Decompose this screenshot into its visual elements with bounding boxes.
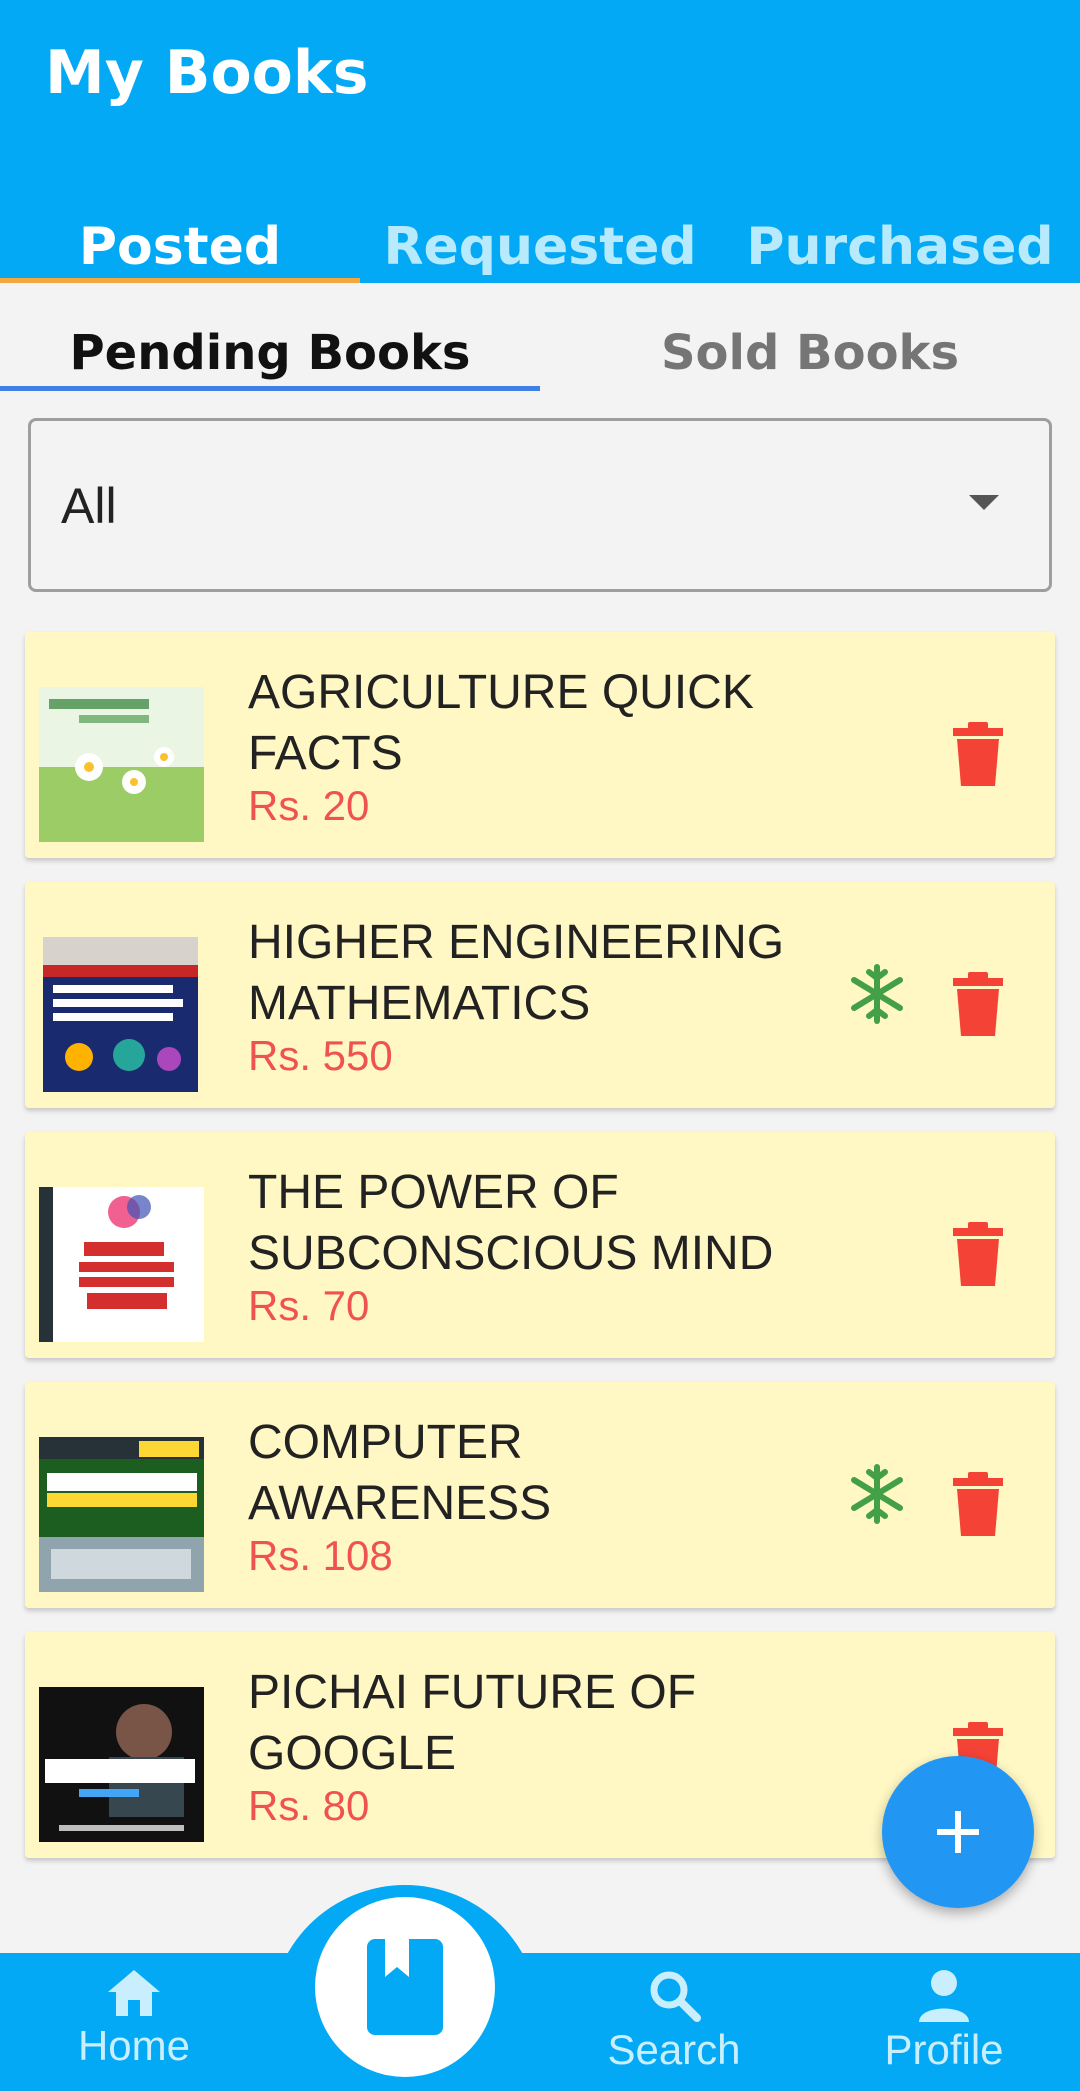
snowflake-icon[interactable] [847,1464,907,1524]
search-icon [650,1971,701,2022]
book-card[interactable]: COMPUTER AWARENESS Rs. 108 [25,1382,1055,1608]
nav-search-label: Search [607,2026,741,2073]
book-price: Rs. 108 [248,1532,393,1579]
book-cover-image [39,1187,204,1342]
book-list: AGRICULTURE QUICK FACTS Rs. 20 HIGHER EN… [25,632,1055,1882]
nav-home-label: Home [77,2022,191,2069]
book-title: AGRICULTURE QUICK FACTS [248,666,754,780]
home-icon [108,1970,160,2016]
add-book-button[interactable] [882,1756,1034,1908]
tab-sold-books[interactable]: Sold Books [540,283,1080,391]
delete-icon[interactable] [953,972,1003,1036]
sub-tabs: Pending Books Sold Books [0,283,1080,391]
book-cover-image [39,687,204,842]
book-card[interactable]: THE POWER OF SUBCONSCIOUS MIND Rs. 70 [25,1132,1055,1358]
main-tabs: Posted Requested Purchased [0,205,1080,283]
book-icon [367,1939,443,2035]
book-price: Rs. 550 [248,1032,393,1079]
nav-profile[interactable]: Profile [844,1968,1044,2074]
tab-requested[interactable]: Requested [360,205,720,283]
book-title: THE POWER OF SUBCONSCIOUS MIND [248,1166,774,1280]
caret-down-icon [969,495,999,510]
tab-pending-books[interactable]: Pending Books [0,283,540,391]
tab-purchased[interactable]: Purchased [720,205,1080,283]
filter-dropdown[interactable]: All [28,418,1052,592]
filter-selected-value: All [61,478,117,534]
book-card[interactable]: AGRICULTURE QUICK FACTS Rs. 20 [25,632,1055,858]
app-bar: My Books Posted Requested Purchased [0,0,1080,283]
book-cover-image [39,1687,204,1842]
book-cover-image [39,937,204,1092]
my-books-nav-button[interactable] [315,1897,495,2077]
plus-icon [937,1811,979,1853]
book-title: COMPUTER AWARENESS [248,1416,552,1530]
nav-search[interactable]: Search [574,1968,774,2074]
nav-profile-label: Profile [884,2026,1004,2073]
snowflake-icon[interactable] [847,964,907,1024]
book-cover-image [39,1437,204,1592]
page-title: My Books [45,38,369,108]
book-price: Rs. 20 [248,782,370,829]
book-title: HIGHER ENGINEERING MATHEMATICS [248,916,785,1030]
delete-icon[interactable] [953,722,1003,786]
delete-icon[interactable] [953,1472,1003,1536]
nav-home[interactable]: Home [34,1968,234,2070]
person-icon [919,1970,969,2022]
book-title: PICHAI FUTURE OF GOOGLE [248,1666,697,1780]
delete-icon[interactable] [953,1222,1003,1286]
book-price: Rs. 80 [248,1782,370,1829]
book-price: Rs. 70 [248,1282,370,1329]
book-card[interactable]: HIGHER ENGINEERING MATHEMATICS Rs. 550 [25,882,1055,1108]
tab-posted[interactable]: Posted [0,205,360,283]
